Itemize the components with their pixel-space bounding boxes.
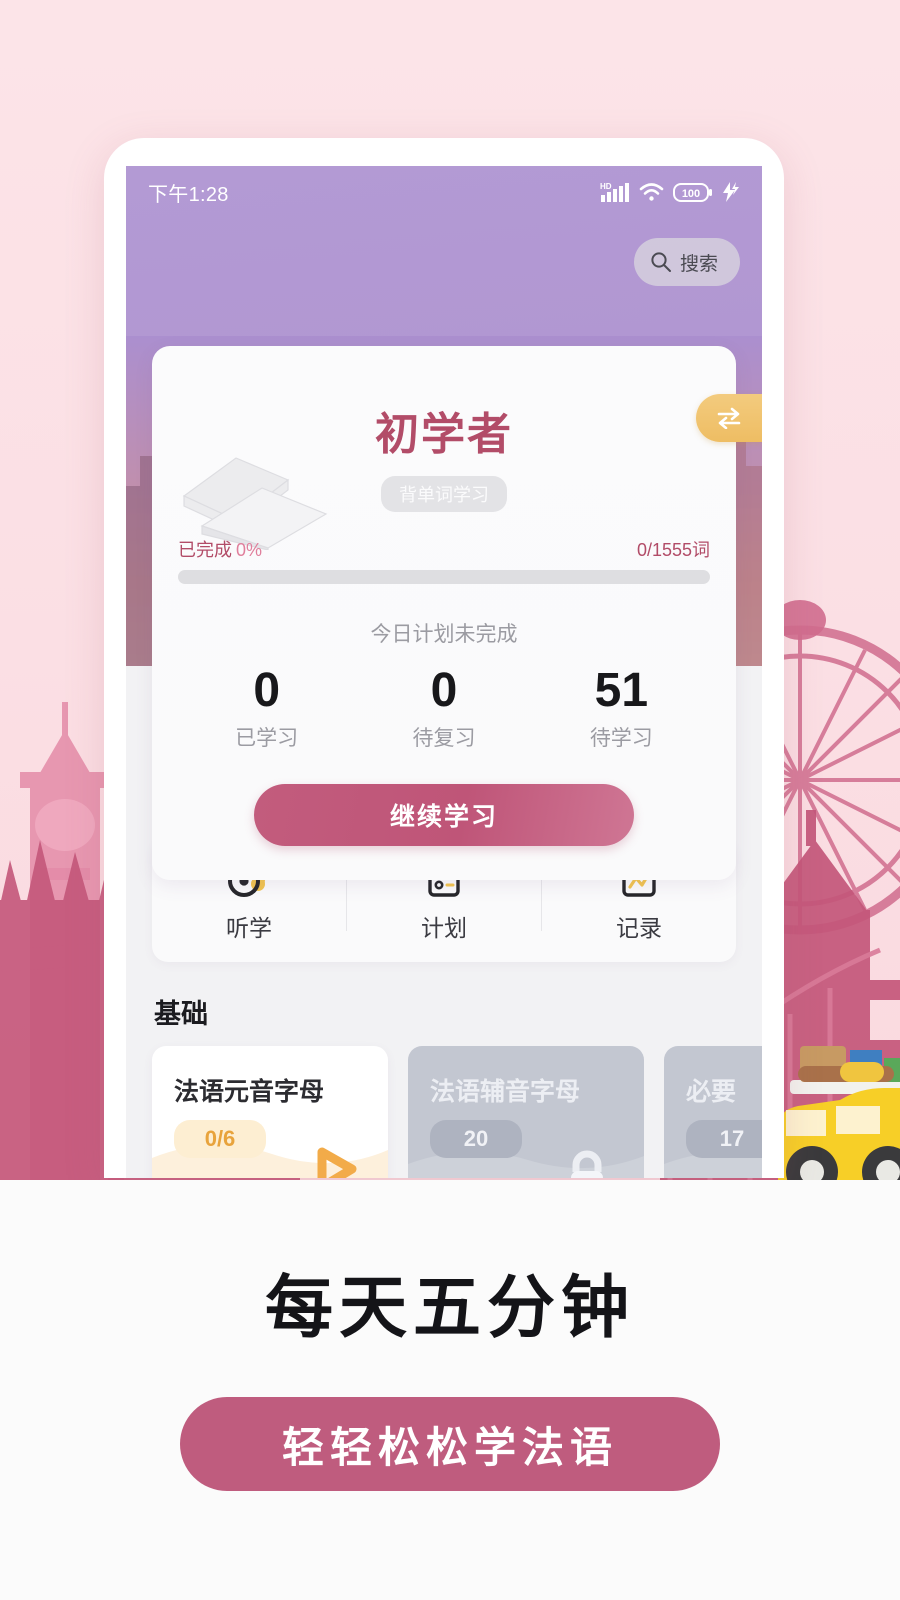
lesson-card[interactable]: 法语元音字母 0/6 (152, 1046, 388, 1178)
progress-percent: 0% (236, 540, 263, 560)
status-bar: 下午1:28 HD 100 (126, 166, 762, 218)
stat-tolearn-value: 51 (594, 664, 649, 717)
status-icons: HD 100 (600, 181, 740, 203)
search-label: 搜索 (679, 253, 718, 275)
level-title: 初学者 (375, 410, 513, 459)
stat-review-label: 待复习 (412, 727, 476, 751)
lesson-count: 20 (430, 1120, 522, 1158)
lesson-count: 0/6 (174, 1120, 266, 1158)
lesson-name: 法语辅音字母 (430, 1078, 581, 1106)
quick-action-listen-label: 听学 (226, 915, 272, 941)
study-mode-badge: 背单词学习 (381, 476, 507, 512)
word-count: 0/1555词 (636, 540, 710, 560)
lesson-name: 必要 (686, 1078, 737, 1106)
lesson-card[interactable]: 必要 17 (664, 1046, 762, 1178)
stat-tolearn: 51 待学习 (533, 664, 710, 752)
stat-tolearn-label: 待学习 (589, 727, 653, 751)
play-icon[interactable] (306, 1142, 362, 1178)
stat-learned-value: 0 (253, 664, 281, 717)
progress-label-text: 已完成 (178, 540, 232, 560)
battery-level-text: 100 (682, 188, 700, 200)
lesson-count: 17 (686, 1120, 762, 1158)
lesson-card-list: 法语元音字母 0/6 法语辅音字母 20 必要 17 (152, 1046, 762, 1178)
stat-learned: 0 已学习 (178, 664, 355, 752)
hd-signal-icon: HD (600, 182, 629, 202)
app-screen: 下午1:28 HD 100 搜索 初学者 背单词学习 已完成 0% 0/1555… (126, 166, 762, 1178)
wifi-icon (639, 183, 664, 201)
study-summary-card: 初学者 背单词学习 已完成0% 0/1555词 今日计划未完成 0 已学习 0 (152, 346, 762, 881)
progress-completed-label: 已完成 0% (178, 536, 262, 562)
search-icon (651, 252, 671, 272)
lock-icon (571, 1150, 603, 1178)
quick-action-plan-label: 计划 (421, 915, 467, 941)
section-title: 基础 (154, 999, 208, 1029)
lesson-card[interactable]: 法语辅音字母 20 (408, 1046, 644, 1178)
continue-study-button[interactable]: 继续学习 (254, 784, 634, 847)
search-button[interactable]: 搜索 (633, 238, 740, 286)
charging-bolt-icon (723, 182, 739, 202)
swap-arrows-icon (717, 407, 741, 429)
progress-bar (178, 570, 710, 584)
promo-footer: 每天五分钟 轻轻松松学法语 (0, 1180, 900, 1600)
promo-cta-button[interactable]: 轻轻松松学法语 (180, 1397, 720, 1491)
progress-row: 已完成 0% 0/1555词 (178, 536, 710, 562)
stat-learned-label: 已学习 (235, 727, 299, 751)
promo-headline: 每天五分钟 (264, 1270, 635, 1346)
svg-text:HD: HD (600, 182, 612, 191)
quick-action-record-label: 记录 (616, 915, 662, 941)
phone-mockup: 下午1:28 HD 100 搜索 初学者 背单词学习 已完成 0% 0/1555… (104, 138, 784, 1178)
battery-icon: 100 (673, 182, 712, 202)
daily-plan-status: 今日计划未完成 (370, 623, 518, 646)
stats-row: 0 已学习 0 待复习 51 待学习 (178, 664, 710, 752)
status-time: 下午1:28 (148, 183, 229, 206)
stat-review: 0 待复习 (355, 664, 532, 752)
lesson-name: 法语元音字母 (174, 1078, 325, 1106)
stat-review-value: 0 (430, 664, 458, 717)
